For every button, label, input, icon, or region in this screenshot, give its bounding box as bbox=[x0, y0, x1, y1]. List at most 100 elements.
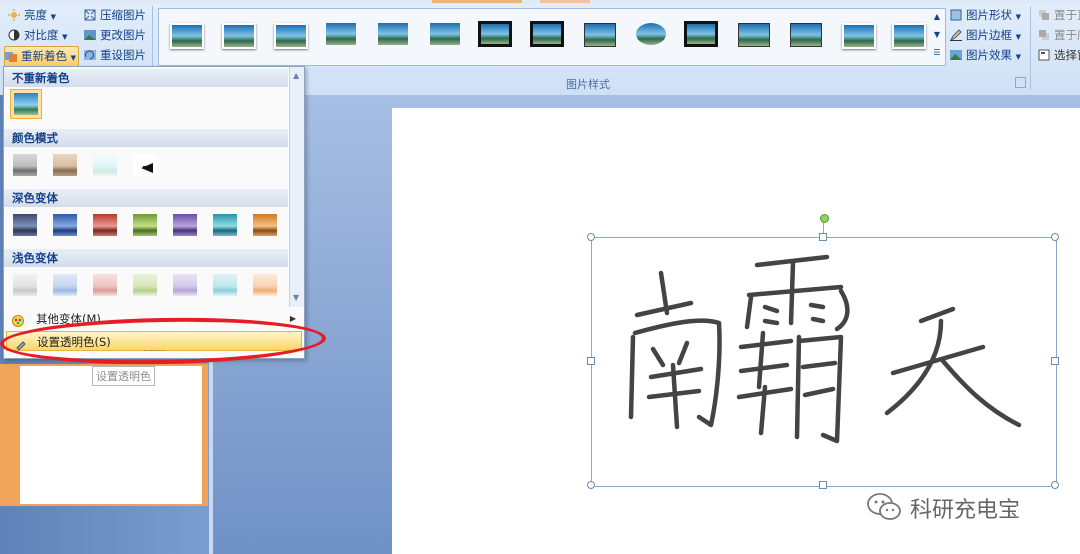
reset-picture-label: 重设图片 bbox=[100, 48, 146, 62]
recolor-button[interactable]: 重新着色 ▼ bbox=[4, 46, 80, 67]
resize-handle-ne[interactable] bbox=[1051, 233, 1059, 241]
resize-handle-s[interactable] bbox=[819, 481, 827, 489]
style-soft-rect[interactable] bbox=[427, 18, 463, 50]
picture-styles-gallery bbox=[158, 8, 946, 66]
swatch-dark-5[interactable] bbox=[170, 211, 200, 239]
gallery-up-icon[interactable]: ▲ bbox=[930, 8, 944, 26]
contextual-tab-marker bbox=[432, 0, 522, 3]
swatch-light-5[interactable] bbox=[170, 271, 200, 299]
compress-icon bbox=[84, 8, 96, 21]
recolor-label: 重新着色 bbox=[21, 49, 67, 63]
brightness-label: 亮度 bbox=[24, 8, 47, 22]
change-picture-button[interactable]: 更改图片 bbox=[84, 26, 146, 45]
swatch-dark-4[interactable] bbox=[130, 211, 160, 239]
style-thick-matte-black[interactable] bbox=[477, 18, 513, 50]
resize-handle-se[interactable] bbox=[1051, 481, 1059, 489]
picture-effects-label: 图片效果 bbox=[966, 48, 1012, 62]
picture-border-button[interactable]: 图片边框 ▼ bbox=[949, 26, 1021, 45]
style-simple-frame-black[interactable] bbox=[529, 18, 565, 50]
bring-front-icon bbox=[1038, 8, 1050, 20]
picture-shape-button[interactable]: 图片形状 ▼ bbox=[950, 6, 1021, 25]
selection-frame bbox=[591, 237, 1057, 487]
contrast-label: 对比度 bbox=[24, 28, 59, 42]
swatch-light-6[interactable] bbox=[210, 271, 240, 299]
style-rounded[interactable] bbox=[323, 18, 359, 50]
compress-label: 压缩图片 bbox=[100, 8, 146, 22]
scroll-down-icon[interactable]: ▼ bbox=[293, 293, 299, 302]
section-no-recolor: 不重新着色 bbox=[4, 69, 288, 87]
chevron-down-icon: ▼ bbox=[50, 13, 57, 21]
chevron-down-icon: ▼ bbox=[62, 33, 68, 41]
scroll-up-icon[interactable]: ▲ bbox=[293, 71, 299, 80]
style-rotated-white[interactable] bbox=[787, 18, 823, 50]
slide-thumbnail[interactable] bbox=[20, 366, 202, 504]
resize-handle-e[interactable] bbox=[1051, 357, 1059, 365]
bring-front-label: 置于顶 bbox=[1054, 8, 1080, 22]
swatch-sepia[interactable] bbox=[50, 151, 80, 179]
section-light-variations: 浅色变体 bbox=[4, 249, 288, 267]
swatch-black-white[interactable] bbox=[130, 151, 160, 179]
style-relaxed[interactable] bbox=[889, 18, 926, 50]
swatch-washout[interactable] bbox=[90, 151, 120, 179]
section-color-modes: 颜色模式 bbox=[4, 129, 288, 147]
swatch-light-4[interactable] bbox=[130, 271, 160, 299]
recolor-gallery: 不重新着色 颜色模式 深色变体 浅色变体 bbox=[4, 67, 288, 307]
dialog-launcher-icon[interactable] bbox=[1015, 77, 1026, 88]
tooltip: 设置透明色 bbox=[92, 366, 155, 386]
contrast-button[interactable]: 对比度 ▼ bbox=[8, 26, 68, 45]
style-center-shadow[interactable] bbox=[839, 18, 876, 50]
pencil-icon bbox=[949, 28, 962, 42]
shape-icon bbox=[950, 8, 962, 21]
gallery-more-icon[interactable]: ☰ bbox=[930, 44, 944, 62]
bring-to-front-button[interactable]: 置于顶 bbox=[1038, 6, 1080, 25]
send-back-icon bbox=[1038, 28, 1050, 40]
change-picture-label: 更改图片 bbox=[100, 28, 146, 42]
swatch-dark-7[interactable] bbox=[250, 211, 280, 239]
recolor-icon bbox=[5, 49, 17, 62]
gallery-scrollbar[interactable]: ▲ ▼ ☰ bbox=[930, 8, 944, 64]
rotate-handle[interactable] bbox=[820, 214, 829, 223]
resize-handle-sw[interactable] bbox=[587, 481, 595, 489]
swatch-dark-2[interactable] bbox=[50, 211, 80, 239]
swatch-no-recolor[interactable] bbox=[10, 89, 42, 119]
reset-picture-icon bbox=[84, 48, 96, 60]
chevron-down-icon: ▼ bbox=[70, 54, 77, 62]
picture-icon bbox=[84, 28, 96, 40]
recolor-gallery-scrollbar[interactable]: ▲ ▼ bbox=[289, 67, 304, 307]
compress-pictures-button[interactable]: 压缩图片 bbox=[84, 6, 146, 25]
picture-shape-label: 图片形状 bbox=[966, 8, 1012, 22]
swatch-dark-1[interactable] bbox=[10, 211, 40, 239]
resize-handle-w[interactable] bbox=[587, 357, 595, 365]
style-metal-frame[interactable] bbox=[683, 18, 719, 50]
ribbon-top-strip bbox=[0, 0, 1080, 4]
picture-effects-button[interactable]: 图片效果 ▼ bbox=[950, 46, 1021, 65]
effects-icon bbox=[950, 48, 962, 60]
gallery-down-icon[interactable]: ▼ bbox=[930, 26, 944, 44]
resize-handle-n[interactable] bbox=[819, 233, 827, 241]
group-separator bbox=[1030, 6, 1031, 90]
swatch-grayscale[interactable] bbox=[10, 151, 40, 179]
reset-picture-button[interactable]: 重设图片 bbox=[84, 46, 146, 65]
chevron-down-icon: ▼ bbox=[1015, 53, 1022, 61]
swatch-dark-6[interactable] bbox=[210, 211, 240, 239]
style-reflected[interactable] bbox=[375, 18, 411, 50]
arrange-group: 置于顶 置于底 选择窗 bbox=[1034, 6, 1080, 66]
selection-pane-button[interactable]: 选择窗 bbox=[1038, 46, 1080, 65]
swatch-light-7[interactable] bbox=[250, 271, 280, 299]
style-oval[interactable] bbox=[633, 18, 669, 50]
style-beveled[interactable] bbox=[581, 18, 617, 50]
swatch-dark-3[interactable] bbox=[90, 211, 120, 239]
section-dark-variations: 深色变体 bbox=[4, 189, 288, 207]
send-to-back-button[interactable]: 置于底 bbox=[1038, 26, 1080, 45]
swatch-light-1[interactable] bbox=[10, 271, 40, 299]
style-simple-frame-white[interactable] bbox=[167, 18, 204, 50]
swatch-light-3[interactable] bbox=[90, 271, 120, 299]
contrast-icon bbox=[8, 28, 20, 41]
style-drop-shadow[interactable] bbox=[271, 18, 308, 50]
style-perspective-shadow[interactable] bbox=[735, 18, 771, 50]
brightness-button[interactable]: 亮度 ▼ bbox=[8, 6, 56, 25]
resize-handle-nw[interactable] bbox=[587, 233, 595, 241]
swatch-light-2[interactable] bbox=[50, 271, 80, 299]
watermark-text: 科研充电宝 bbox=[910, 498, 1021, 523]
style-soft-edge[interactable] bbox=[219, 18, 256, 50]
